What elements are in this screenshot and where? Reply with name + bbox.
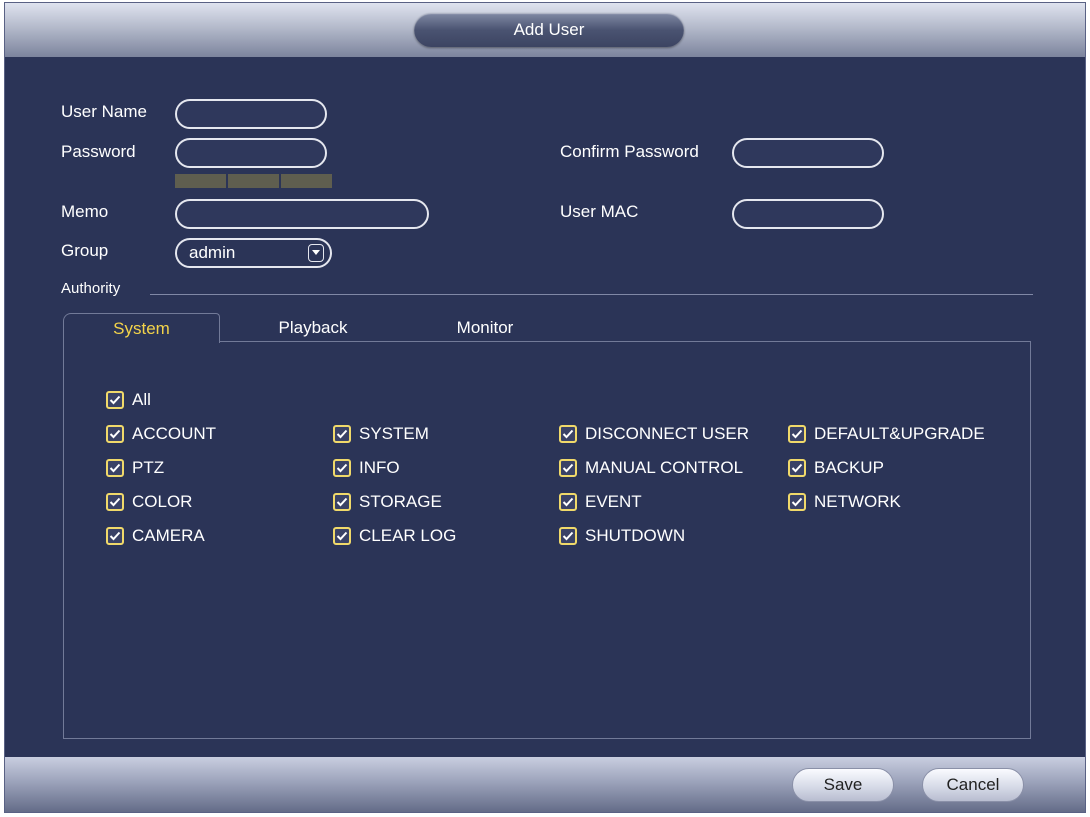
check-icon[interactable] [559,425,577,443]
check-icon[interactable] [333,459,351,477]
checkbox-label: COLOR [132,492,193,511]
check-icon[interactable] [106,459,124,477]
checkbox-shutdown[interactable]: SHUTDOWN [559,526,685,546]
checkbox-label: SHUTDOWN [585,526,686,545]
check-icon[interactable] [106,391,124,409]
checkbox-label: MANUAL CONTROL [585,458,744,477]
checkbox-network[interactable]: NETWORK [788,492,901,512]
authority-tab-panel [63,341,1031,739]
check-icon[interactable] [333,425,351,443]
memo-label: Memo [61,202,109,221]
checkbox-account[interactable]: ACCOUNT [106,424,216,444]
check-icon[interactable] [788,459,806,477]
checkbox-backup[interactable]: BACKUP [788,458,884,478]
checkbox-label: EVENT [585,492,642,511]
footer-bar: Save Cancel [5,757,1085,812]
dialog-title: Add User [414,13,684,47]
checkbox-default-upgrade[interactable]: DEFAULT&UPGRADE [788,424,985,444]
tab-system[interactable]: System [63,313,220,343]
checkbox-storage[interactable]: STORAGE [333,492,442,512]
check-icon[interactable] [788,425,806,443]
group-select-value: admin [189,243,236,262]
user-mac-label: User MAC [560,202,639,221]
authority-label: Authority [61,280,121,297]
check-icon[interactable] [333,493,351,511]
check-icon[interactable] [106,425,124,443]
checkbox-label: BACKUP [814,458,884,477]
checkbox-label: All [132,390,151,409]
confirm-password-label: Confirm Password [560,142,699,161]
checkbox-disconnect-user[interactable]: DISCONNECT USER [559,424,749,444]
add-user-dialog: Add User User Name Password Confirm Pass… [4,2,1086,813]
check-icon[interactable] [559,527,577,545]
checkbox-ptz[interactable]: PTZ [106,458,164,478]
tab-monitor[interactable]: Monitor [430,313,540,343]
checkbox-label: CAMERA [132,526,205,545]
checkbox-camera[interactable]: CAMERA [106,526,205,546]
checkbox-event[interactable]: EVENT [559,492,642,512]
chevron-down-icon[interactable] [308,244,324,262]
strength-segment [281,174,332,188]
checkbox-label: SYSTEM [359,424,429,443]
user-name-label: User Name [61,102,147,121]
checkbox-label: ACCOUNT [132,424,217,443]
check-icon[interactable] [106,527,124,545]
user-mac-input[interactable] [732,199,884,229]
memo-input[interactable] [175,199,429,229]
confirm-password-input[interactable] [732,138,884,168]
checkbox-color[interactable]: COLOR [106,492,192,512]
title-bar: Add User [5,3,1085,57]
password-input[interactable] [175,138,327,168]
check-icon[interactable] [559,459,577,477]
authority-divider [150,294,1033,295]
checkbox-info[interactable]: INFO [333,458,400,478]
strength-segment [175,174,226,188]
group-label: Group [61,241,109,260]
password-strength-bar [175,174,332,188]
checkbox-label: INFO [359,458,400,477]
save-button[interactable]: Save [792,768,894,802]
tab-playback[interactable]: Playback [253,313,373,343]
check-icon[interactable] [106,493,124,511]
checkbox-label: DISCONNECT USER [585,424,750,443]
user-name-input[interactable] [175,99,327,129]
cancel-button[interactable]: Cancel [922,768,1024,802]
checkbox-label: STORAGE [359,492,442,511]
checkbox-all[interactable]: All [106,390,151,410]
checkbox-system[interactable]: SYSTEM [333,424,429,444]
group-select[interactable]: admin [175,238,332,268]
checkbox-manual-control[interactable]: MANUAL CONTROL [559,458,743,478]
checkbox-clear-log[interactable]: CLEAR LOG [333,526,456,546]
checkbox-label: DEFAULT&UPGRADE [814,424,985,443]
strength-segment [228,174,279,188]
checkbox-label: NETWORK [814,492,901,511]
check-icon[interactable] [559,493,577,511]
checkbox-label: CLEAR LOG [359,526,457,545]
check-icon[interactable] [788,493,806,511]
checkbox-label: PTZ [132,458,165,477]
check-icon[interactable] [333,527,351,545]
password-label: Password [61,142,136,161]
